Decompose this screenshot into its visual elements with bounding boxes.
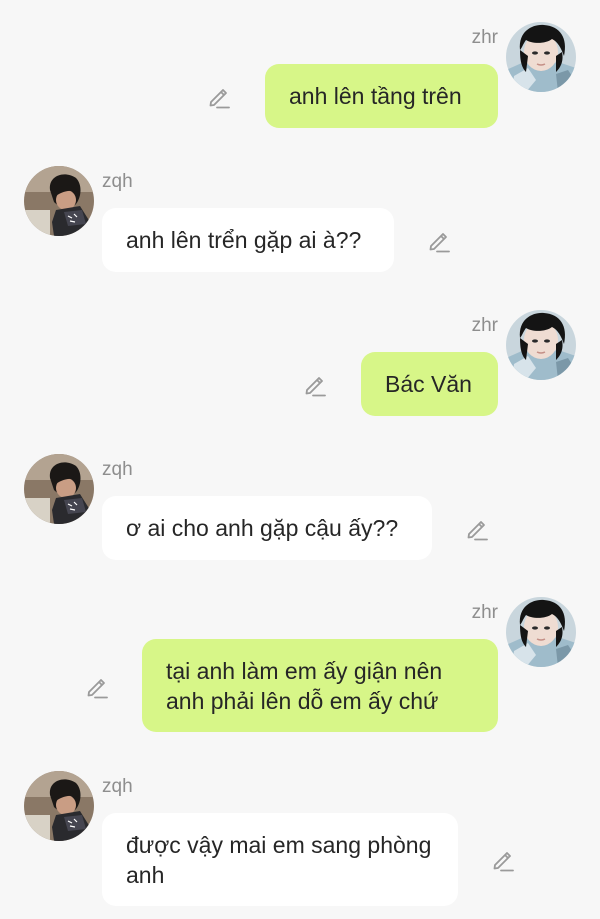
edit-icon[interactable] bbox=[490, 847, 516, 873]
sender-name: zhr bbox=[471, 315, 498, 336]
message-text: Bác Văn bbox=[385, 371, 472, 397]
user-photo-icon bbox=[24, 454, 94, 524]
message-bubble[interactable]: Bác Văn bbox=[361, 352, 498, 416]
avatar[interactable] bbox=[24, 454, 94, 524]
message-text: anh lên tầng trên bbox=[289, 83, 462, 109]
edit-icon[interactable] bbox=[464, 516, 490, 542]
edit-icon[interactable] bbox=[206, 84, 232, 110]
message-bubble[interactable]: được vậy mai em sang phòng anh bbox=[102, 813, 458, 906]
avatar[interactable] bbox=[506, 597, 576, 667]
avatar[interactable] bbox=[506, 310, 576, 380]
user-photo-icon bbox=[506, 597, 576, 667]
sender-name: zhr bbox=[471, 602, 498, 623]
avatar[interactable] bbox=[506, 22, 576, 92]
sender-name: zqh bbox=[102, 459, 133, 480]
edit-icon[interactable] bbox=[84, 674, 110, 700]
message-text: tại anh làm em ấy giận nên anh phải lên … bbox=[166, 657, 443, 714]
chat-thread: zhr anh lên tầng trên zqh anh lên trển g… bbox=[0, 0, 600, 919]
avatar[interactable] bbox=[24, 771, 94, 841]
user-photo-icon bbox=[24, 771, 94, 841]
user-photo-icon bbox=[506, 22, 576, 92]
avatar[interactable] bbox=[24, 166, 94, 236]
message-bubble[interactable]: anh lên trển gặp ai à?? bbox=[102, 208, 394, 272]
sender-name: zqh bbox=[102, 776, 133, 797]
message-bubble[interactable]: anh lên tầng trên bbox=[265, 64, 498, 128]
sender-name: zqh bbox=[102, 171, 133, 192]
edit-icon[interactable] bbox=[302, 372, 328, 398]
message-bubble[interactable]: tại anh làm em ấy giận nên anh phải lên … bbox=[142, 639, 498, 732]
message-bubble[interactable]: ơ ai cho anh gặp cậu ấy?? bbox=[102, 496, 432, 560]
user-photo-icon bbox=[506, 310, 576, 380]
sender-name: zhr bbox=[471, 27, 498, 48]
message-text: ơ ai cho anh gặp cậu ấy?? bbox=[126, 515, 399, 541]
user-photo-icon bbox=[24, 166, 94, 236]
edit-icon[interactable] bbox=[426, 228, 452, 254]
message-text: được vậy mai em sang phòng anh bbox=[126, 831, 432, 888]
message-text: anh lên trển gặp ai à?? bbox=[126, 227, 362, 253]
